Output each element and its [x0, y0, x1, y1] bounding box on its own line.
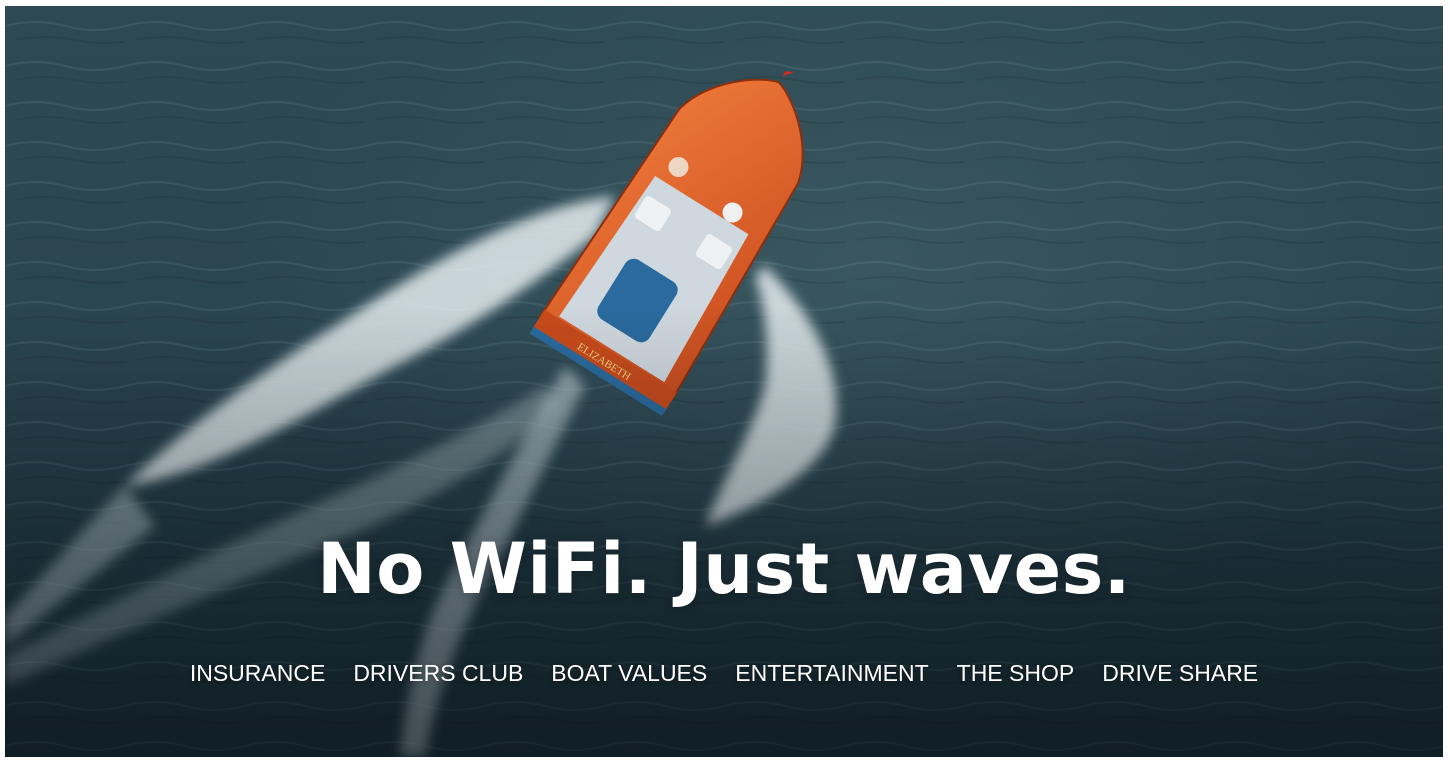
hero-nav: INSURANCE DRIVERS CLUB BOAT VALUES ENTER…: [5, 660, 1443, 687]
nav-the-shop[interactable]: THE SHOP: [957, 660, 1075, 687]
nav-entertainment[interactable]: ENTERTAINMENT: [735, 660, 928, 687]
nav-drivers-club[interactable]: DRIVERS CLUB: [353, 660, 523, 687]
nav-drive-share[interactable]: DRIVE SHARE: [1102, 660, 1258, 687]
nav-insurance[interactable]: INSURANCE: [190, 660, 325, 687]
hero-image: ELIZABETH: [5, 6, 1443, 757]
nav-boat-values[interactable]: BOAT VALUES: [551, 660, 707, 687]
hero-banner: ELIZABETH No WiFi. Just waves. INSURANCE…: [5, 6, 1443, 757]
hero-headline: No WiFi. Just waves.: [317, 528, 1131, 610]
